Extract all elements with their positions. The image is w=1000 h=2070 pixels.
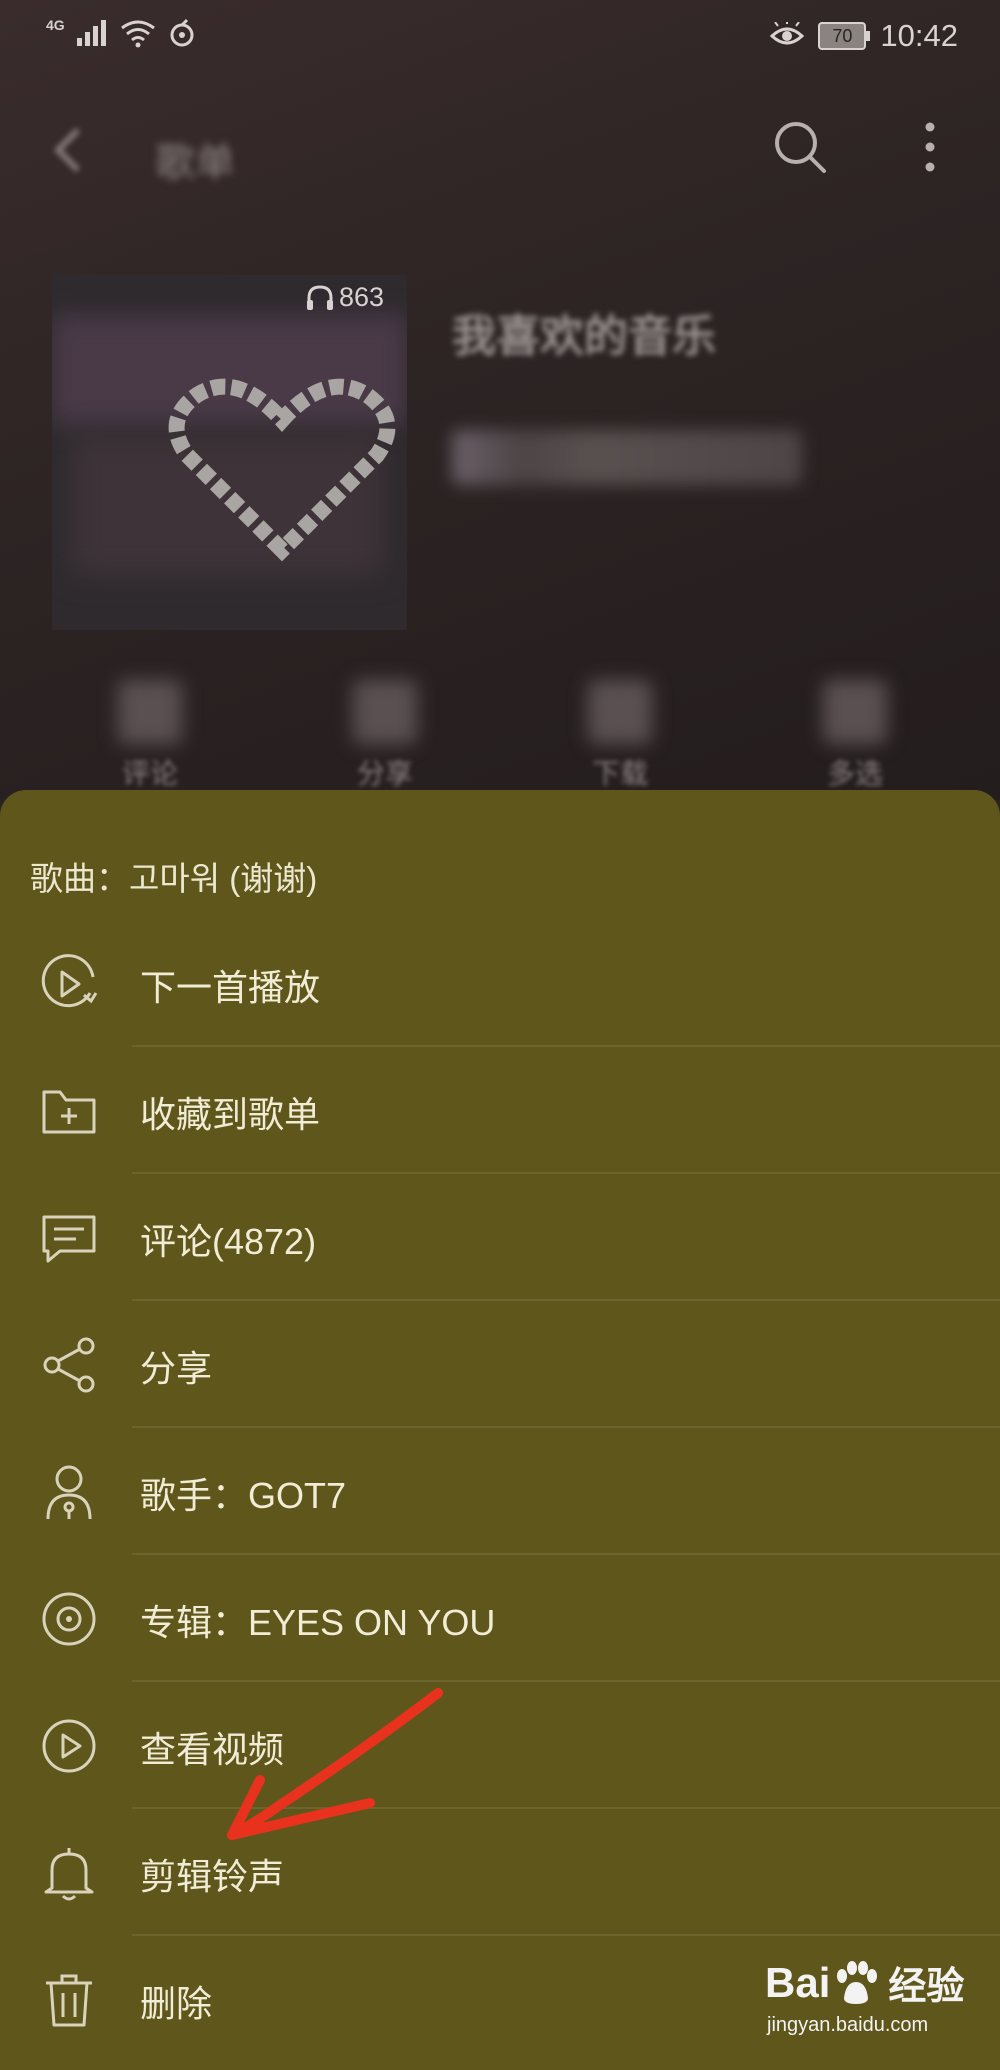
baidu-watermark: Bai 经验 jingyan.baidu.com [765,1955,964,2037]
download-action-icon [588,680,652,744]
playlist-cover [52,275,407,630]
bell-icon [44,1848,94,1901]
play-next-icon [41,954,98,1008]
song-options-menu: 下一首播放 收藏到歌单 评论(4872) 分享 歌手：GOT7 专辑：EYES … [0,920,1000,2063]
menu-item-ringtone[interactable]: 剪辑铃声 [0,1809,1000,1936]
signal-icon [76,20,106,46]
song-options-sheet: 歌曲：고마워 (谢谢) 下一首播放 收藏到歌单 评论(4872) 分享 歌手：G… [0,790,1000,2070]
menu-item-play-next[interactable]: 下一首播放 [0,920,1000,1047]
play-count-value: 863 [339,282,385,312]
action-multiselect-label: 多选 [826,758,883,789]
status-bar: 4G 70 10:42 [0,0,1000,75]
battery-indicator: 70 [818,22,871,50]
action-download[interactable]: 下载 [565,680,675,792]
watermark-url: jingyan.baidu.com [767,2014,929,2036]
network-type: 4G [46,17,65,33]
clock: 10:42 [880,18,958,53]
multiselect-action-icon [823,680,887,744]
page-title: 歌单 [155,141,235,185]
action-share-label: 分享 [356,758,413,789]
playlist-actions: 评论 分享 下载 多选 [0,680,1000,800]
action-multiselect[interactable]: 多选 [800,680,910,792]
singer-icon [46,1465,92,1520]
watermark-jingyan: 经验 [888,1966,965,2008]
back-arrow-icon[interactable] [48,125,88,175]
netease-notify-icon [170,18,194,47]
top-bar: 歌单 [0,95,1000,205]
paw-icon [837,1960,878,2004]
album-icon [42,1592,96,1646]
menu-item-label: 歌手：GOT7 [140,1475,347,1516]
comment-action-icon [118,680,182,744]
headphones-icon [307,284,333,310]
action-download-label: 下载 [591,758,648,789]
menu-item-album[interactable]: 专辑：EYES ON YOU [0,1555,1000,1682]
action-share[interactable]: 分享 [330,680,440,792]
search-icon[interactable] [770,117,830,177]
play-count: 863 [305,282,384,313]
menu-item-video[interactable]: 查看视频 [0,1682,1000,1809]
menu-item-label: 分享 [140,1348,213,1389]
comment-icon [42,1215,96,1263]
menu-item-label: 专辑：EYES ON YOU [140,1602,496,1643]
menu-item-label: 删除 [140,1983,213,2024]
menu-item-singer[interactable]: 歌手：GOT7 [0,1428,1000,1555]
trash-icon [46,1974,92,2027]
eye-comfort-icon [770,22,805,45]
wifi-icon [120,20,155,48]
menu-item-label: 评论(4872) [140,1221,317,1262]
menu-item-add-to-playlist[interactable]: 收藏到歌单 [0,1047,1000,1174]
video-icon [42,1719,96,1773]
action-comment-label: 评论 [121,758,178,789]
playlist-name: 我喜欢的音乐 [452,312,716,361]
creator-info-blurred [452,430,802,485]
folder-add-icon [42,1090,96,1134]
heart-graphic [168,378,396,562]
menu-item-label: 收藏到歌单 [140,1094,321,1135]
share-action-icon [353,680,417,744]
menu-item-comments[interactable]: 评论(4872) [0,1174,1000,1301]
sheet-song-title: 歌曲：고마워 (谢谢) [30,860,318,897]
menu-item-label: 查看视频 [140,1729,285,1770]
menu-item-share[interactable]: 分享 [0,1301,1000,1428]
menu-item-label: 剪辑铃声 [140,1856,285,1897]
share-icon [43,1337,95,1393]
watermark-logo-text: Bai [765,1958,831,2006]
action-comment[interactable]: 评论 [95,680,205,792]
more-vertical-icon[interactable] [915,117,945,177]
menu-item-label: 下一首播放 [140,967,321,1008]
